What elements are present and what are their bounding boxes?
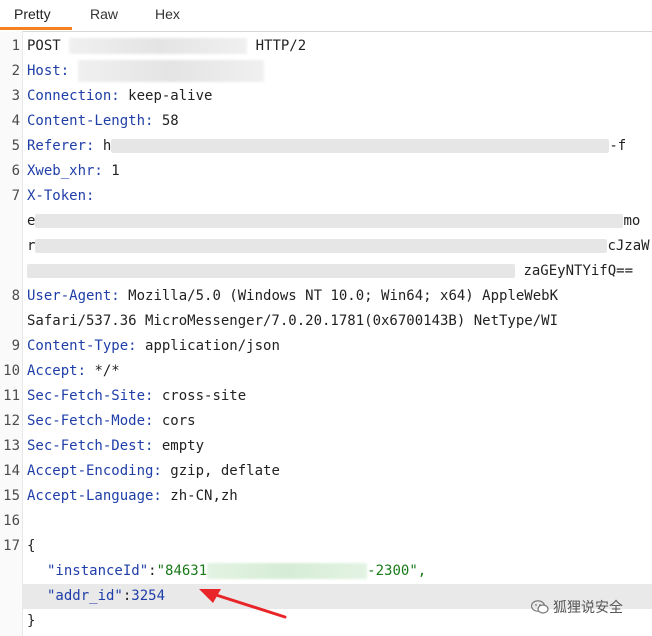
annotation-arrow [199,589,287,619]
header-key: Content-Length: [27,113,154,129]
json-string-start: "84631 [156,563,208,579]
tab-hex[interactable]: Hex [155,6,180,22]
redacted-instance-id [207,563,368,579]
header-value-end: -f [609,138,627,154]
json-number: 3254 [131,588,166,604]
watermark-text: 狐狸说安全 [553,599,623,615]
wechat-icon [531,600,549,614]
header-value: application/json [145,338,280,354]
header-key: Accept-Encoding: [27,463,162,479]
line-number: 1 [11,38,20,54]
line-number: 7 [11,188,20,204]
header-value: zh-CN,zh [170,488,238,504]
redacted-path [69,38,248,54]
token-start: r [27,238,36,254]
header-key: Connection: [27,88,120,104]
json-addr-id: "addr_id":3254 [47,588,166,604]
gutter-divider [22,31,23,636]
x-token-value-line-3: zaGEyNTYifQ== [27,259,633,284]
header-key: Accept: [27,363,87,379]
header-accept: Accept: */* [27,359,120,384]
header-key: Xweb_xhr: [27,163,103,179]
line-number: 16 [3,513,20,529]
header-key: Sec-Fetch-Dest: [27,438,154,454]
user-agent-continued: Safari/537.36 MicroMessenger/7.0.20.1781… [27,309,558,334]
line-number: 9 [11,338,20,354]
header-sec-fetch-dest: Sec-Fetch-Dest: empty [27,434,204,459]
header-content-type: Content-Type: application/json [27,334,280,359]
header-accept-language: Accept-Language: zh-CN,zh [27,484,238,509]
tab-pretty[interactable]: Pretty [14,6,51,22]
header-value: Safari/537.36 MicroMessenger/7.0.20.1781… [27,313,559,329]
token-start: e [27,213,36,229]
json-brace-open: { [27,538,36,554]
header-key: Content-Type: [27,338,137,354]
header-sec-fetch-mode: Sec-Fetch-Mode: cors [27,409,196,434]
json-instance-id: "instanceId":"84631 -2300", [47,563,427,579]
redacted-token [35,214,624,228]
line-number: 14 [3,463,20,479]
redacted-token [35,239,608,253]
line-number: 12 [3,413,20,429]
header-value: Mozilla/5.0 (Windows NT 10.0; Win64; x64… [128,288,559,304]
header-key: Accept-Language: [27,488,162,504]
header-key: X-Token: [27,188,95,204]
header-xweb-xhr: Xweb_xhr: 1 [27,159,120,184]
json-key: "instanceId" [47,563,149,579]
header-value-start: h [102,138,112,154]
header-x-token: X-Token: [27,184,94,209]
line-number: 8 [11,288,20,304]
line-number: 5 [11,138,20,154]
line-number: 6 [11,163,20,179]
x-token-value-line-1: e mo [27,209,640,234]
token-end: zaGEyNTYifQ== [523,263,634,279]
line-number: 11 [3,388,20,404]
line-number: 3 [11,88,20,104]
json-key: "addr_id" [47,588,123,604]
header-connection: Connection: keep-alive [27,84,212,109]
line-number: 17 [3,538,20,554]
header-key: Referer: [27,138,95,154]
header-sec-fetch-site: Sec-Fetch-Site: cross-site [27,384,246,409]
redacted-referer [111,139,610,153]
json-brace-close: } [27,613,36,629]
header-key: Host: [27,63,70,79]
line-number: 13 [3,438,20,454]
redacted-host [77,60,264,82]
header-value: */* [94,363,120,379]
header-value: gzip, deflate [170,463,280,479]
header-accept-encoding: Accept-Encoding: gzip, deflate [27,459,280,484]
view-tabs: Pretty Raw Hex [0,0,652,32]
x-token-value-line-2: r cJzaW [27,234,650,259]
redacted-token [27,264,515,278]
header-key: Sec-Fetch-Mode: [27,413,154,429]
header-key: User-Agent: [27,288,120,304]
header-host: Host: [27,59,264,84]
header-referer: Referer: h -f [27,134,626,159]
line-number: 15 [3,488,20,504]
header-value: empty [161,438,205,454]
header-key: Sec-Fetch-Site: [27,388,154,404]
active-tab-indicator [0,27,72,30]
token-end: mo [623,213,641,229]
request-line: POST HTTP/2 [27,34,306,59]
http-method: POST [27,38,61,54]
header-content-length: Content-Length: 58 [27,109,179,134]
line-number: 10 [3,363,20,379]
header-value: cors [161,413,196,429]
header-user-agent: User-Agent: Mozilla/5.0 (Windows NT 10.0… [27,284,558,309]
header-value: keep-alive [128,88,213,104]
token-end: cJzaW [607,238,650,254]
header-value: cross-site [161,388,247,404]
watermark: 狐狸说安全 [531,597,623,617]
line-number: 4 [11,113,20,129]
line-number: 2 [11,63,20,79]
http-protocol: HTTP/2 [255,38,307,54]
json-string-end: -2300", [367,563,427,579]
header-value: 1 [111,163,120,179]
tab-raw[interactable]: Raw [90,6,118,22]
header-value: 58 [161,113,179,129]
